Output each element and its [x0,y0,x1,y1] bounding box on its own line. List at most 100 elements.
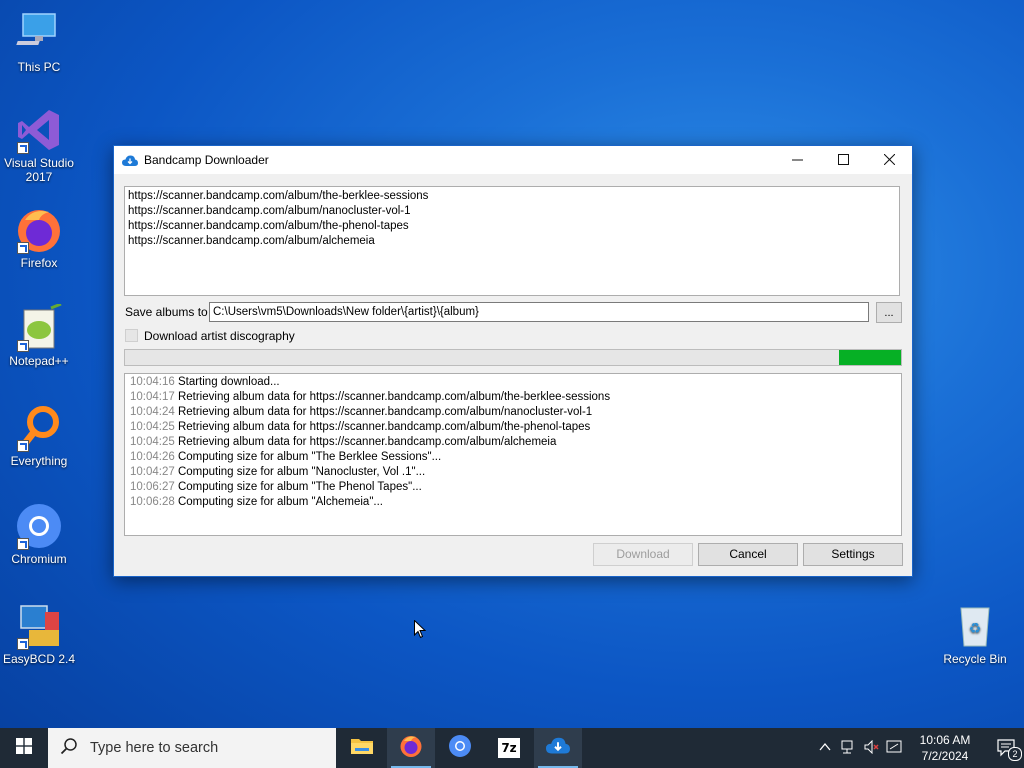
firefox-icon [15,206,63,254]
desktop-icon-label: Chromium [11,552,67,566]
log-timestamp: 10:04:16 [130,376,175,388]
title-bar[interactable]: Bandcamp Downloader [114,146,912,174]
system-tray: 10:06 AM 7/2/2024 2 [814,728,1024,768]
log-timestamp: 10:04:27 [130,466,175,478]
minimize-icon [791,152,803,169]
search-placeholder: Type here to search [90,740,219,756]
notepad-plus-plus-icon [15,302,63,352]
log-line: 10:04:25 Retrieving album data for https… [130,435,896,450]
windows-logo-icon [16,737,32,759]
url-line: https://scanner.bandcamp.com/album/the-b… [128,190,429,202]
log-message: Computing size for album "The Phenol Tap… [174,481,422,493]
log-message: Starting download... [174,376,280,388]
album-urls-textarea[interactable]: https://scanner.bandcamp.com/album/the-b… [124,186,900,296]
network-icon[interactable] [841,740,857,757]
desktop-icon-label: Everything [10,454,68,468]
url-line: https://scanner.bandcamp.com/album/the-p… [128,220,409,232]
log-message: Retrieving album data for https://scanne… [174,406,593,418]
7zip-icon: 7z [498,738,520,758]
save-path-input[interactable]: C:\Users\vm5\Downloads\New folder\{artis… [209,302,869,322]
close-icon [883,152,895,169]
desktop-icon-easybcd[interactable]: EasyBCD 2.4 [1,602,77,666]
taskbar-firefox[interactable] [387,728,435,768]
desktop-icon-this-pc[interactable]: This PC [1,10,77,74]
log-timestamp: 10:04:17 [130,391,175,403]
clock-date: 7/2/2024 [921,749,969,763]
clock-time: 10:06 AM [919,733,971,747]
log-timestamp: 10:04:24 [130,406,175,418]
taskbar-chromium[interactable] [436,728,484,768]
log-output[interactable]: 10:04:16 Starting download... 10:04:17 Re… [124,373,902,536]
discography-label[interactable]: Download artist discography [144,329,295,343]
log-message: Computing size for album "Alchemeia"... [174,496,383,508]
cancel-button[interactable]: Cancel [698,543,798,566]
shortcut-arrow-icon [17,538,29,550]
log-line: 10:04:17 Retrieving album data for https… [130,390,896,405]
minimize-button[interactable] [774,146,820,174]
log-timestamp: 10:06:28 [130,496,175,508]
desktop-icon-firefox[interactable]: Firefox [1,206,77,270]
log-line: 10:06:27 Computing size for album "The P… [130,480,896,495]
url-line: https://scanner.bandcamp.com/album/alche… [128,235,375,247]
desktop-icon-notepad-plus-plus[interactable]: Notepad++ [1,302,77,368]
log-timestamp: 10:04:26 [130,451,175,463]
recycle-bin-icon: ♻ [951,602,999,650]
taskbar-search-box[interactable]: Type here to search [48,728,336,768]
shortcut-arrow-icon [17,142,29,154]
url-line: https://scanner.bandcamp.com/album/nanoc… [128,205,411,217]
progress-bar [124,349,902,366]
start-button[interactable] [0,728,48,768]
save-albums-label: Save albums to [125,305,208,319]
download-button[interactable]: Download [593,543,693,566]
firefox-icon [399,734,423,763]
chromium-icon [448,734,472,763]
discography-checkbox[interactable] [125,329,138,342]
log-line: 10:06:28 Computing size for album "Alche… [130,495,896,510]
taskbar-file-explorer[interactable] [338,728,386,768]
shortcut-arrow-icon [17,638,29,650]
log-message: Retrieving album data for https://scanne… [174,421,591,433]
log-timestamp: 10:06:27 [130,481,175,493]
bandcamp-downloader-window: Bandcamp Downloader https://scanner.band… [113,145,913,577]
desktop-icon-label: EasyBCD 2.4 [2,652,76,666]
maximize-icon [837,152,849,169]
taskbar-bandcamp-downloader[interactable] [534,728,582,768]
desktop-icon-visual-studio[interactable]: Visual Studio 2017 [1,106,77,184]
mouse-cursor-icon [414,619,427,644]
desktop-icon-label: Notepad++ [9,354,69,368]
log-message: Computing size for album "The Berklee Se… [174,451,442,463]
computer-icon [15,10,63,58]
log-message: Computing size for album "Nanocluster, V… [174,466,426,478]
log-line: 10:04:24 Retrieving album data for https… [130,405,896,420]
visual-studio-icon [15,106,63,154]
notification-center-icon[interactable]: 2 [997,739,1022,761]
file-explorer-icon [350,736,374,761]
taskbar-clock[interactable]: 10:06 AM 7/2/2024 [910,732,980,764]
desktop-icon-chromium[interactable]: Chromium [1,502,77,566]
browse-button[interactable]: ... [876,302,902,323]
desktop-icon-label: Firefox [20,256,58,270]
log-line: 10:04:25 Retrieving album data for https… [130,420,896,435]
bandcamp-downloader-icon [546,737,570,760]
volume-muted-icon[interactable] [864,739,880,757]
chromium-icon [15,502,63,550]
log-line: 10:04:16 Starting download... [130,375,896,390]
close-button[interactable] [866,146,912,174]
desktop-icon-label: Recycle Bin [943,652,1007,666]
progress-bar-fill [838,350,901,365]
log-line: 10:04:26 Computing size for album "The B… [130,450,896,465]
desktop-icon-recycle-bin[interactable]: ♻ Recycle Bin [937,602,1013,666]
log-message: Retrieving album data for https://scanne… [174,436,557,448]
log-message: Retrieving album data for https://scanne… [174,391,611,403]
everything-search-icon [15,404,63,452]
window-title: Bandcamp Downloader [144,153,269,167]
maximize-button[interactable] [820,146,866,174]
chevron-up-icon[interactable] [819,740,831,755]
settings-button[interactable]: Settings [803,543,903,566]
log-line: 10:04:27 Computing size for album "Nanoc… [130,465,896,480]
input-indicator-icon[interactable] [886,740,902,757]
desktop-icon-everything[interactable]: Everything [1,404,77,468]
taskbar-7zip[interactable]: 7z [485,728,533,768]
log-timestamp: 10:04:25 [130,436,175,448]
svg-text:♻: ♻ [969,621,982,637]
